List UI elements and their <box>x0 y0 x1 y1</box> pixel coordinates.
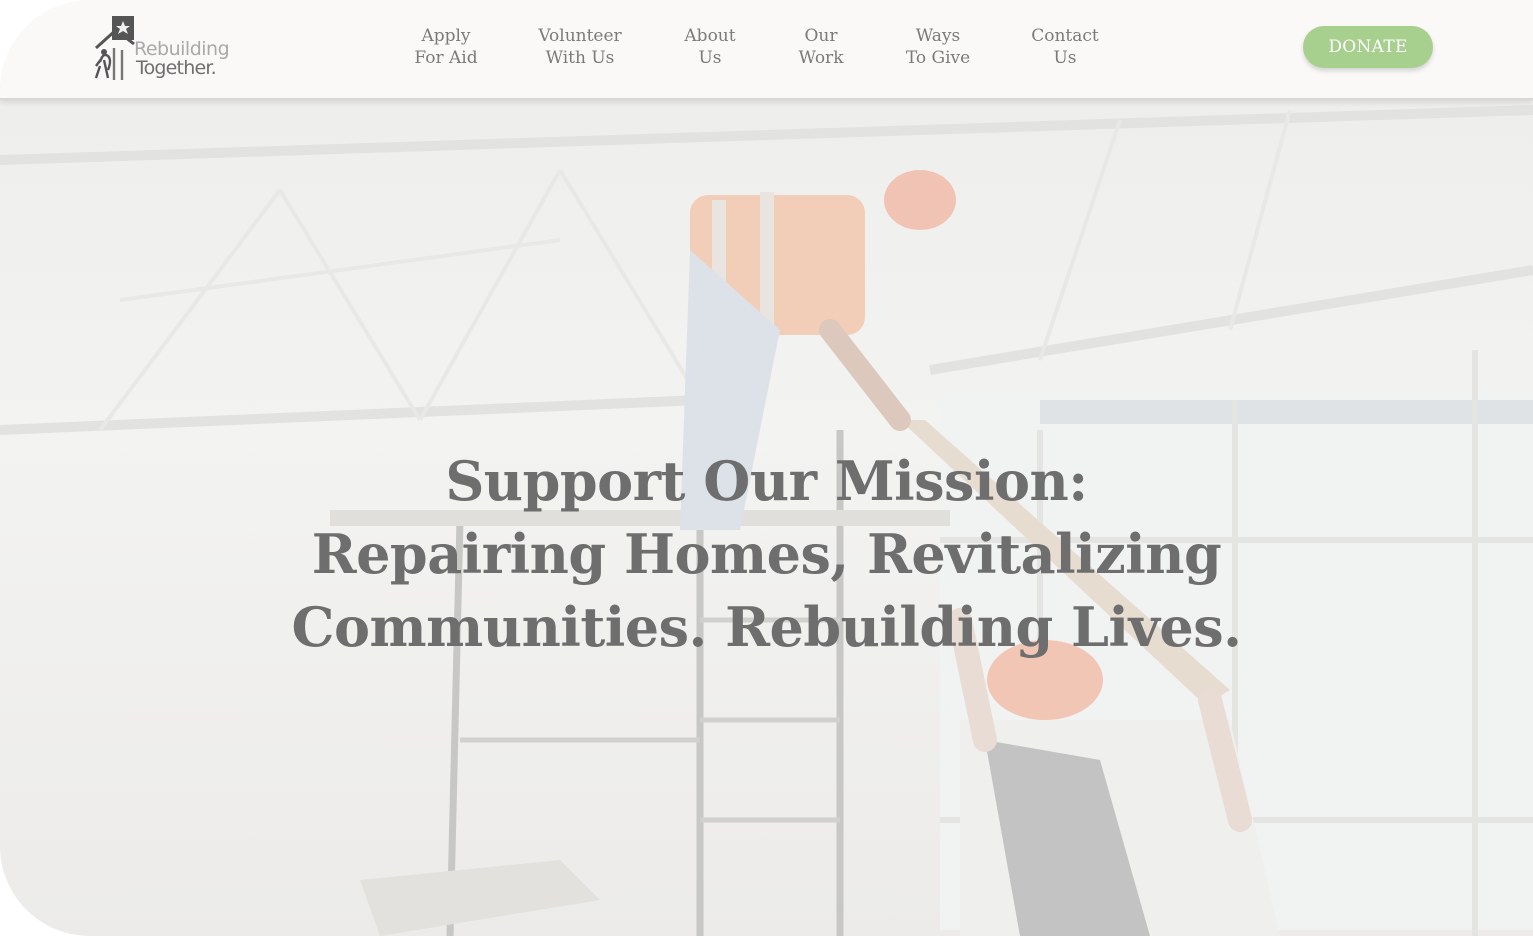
nav-label-line2: For Aid <box>414 48 478 68</box>
nav-label-line1: Volunteer <box>538 26 622 46</box>
nav-label-line2: Us <box>698 48 722 68</box>
donate-button[interactable]: DONATE <box>1303 26 1433 68</box>
page-frame: Rebuilding Together. Apply For Aid Volun… <box>0 0 1533 936</box>
hero-section: Support Our Mission: Repairing Homes, Re… <box>0 100 1533 936</box>
nav-label-line2: With Us <box>545 48 615 68</box>
nav-our-work[interactable]: Our Work <box>799 25 844 69</box>
nav-apply-for-aid[interactable]: Apply For Aid <box>414 25 477 69</box>
nav-label-line1: Ways <box>915 26 961 46</box>
site-logo[interactable]: Rebuilding Together. <box>92 14 242 84</box>
nav-about-us[interactable]: About Us <box>684 25 735 69</box>
house-logo-icon <box>94 16 135 80</box>
site-header: Rebuilding Together. Apply For Aid Volun… <box>0 0 1533 100</box>
nav-label-line2: Work <box>798 48 844 68</box>
nav-label-line2: Us <box>1053 48 1077 68</box>
logo-text-together: Together. <box>136 57 217 79</box>
nav-label-line1: Our <box>804 26 838 46</box>
nav-ways-to-give[interactable]: Ways To Give <box>906 25 970 69</box>
hero-heading-line1: Support Our Mission: <box>445 449 1088 513</box>
nav-volunteer-with-us[interactable]: Volunteer With Us <box>538 25 621 69</box>
nav-label-line2: To Give <box>905 48 971 68</box>
hero-heading-line3: Communities. Rebuilding Lives. <box>291 595 1242 659</box>
nav-label-line1: About <box>684 26 736 46</box>
hero-heading-line2: Repairing Homes, Revitalizing <box>311 522 1222 586</box>
hero-heading: Support Our Mission: Repairing Homes, Re… <box>0 445 1533 664</box>
nav-contact-us[interactable]: Contact Us <box>1031 25 1099 69</box>
nav-label-line1: Contact <box>1031 26 1099 46</box>
nav-label-line1: Apply <box>421 26 471 46</box>
